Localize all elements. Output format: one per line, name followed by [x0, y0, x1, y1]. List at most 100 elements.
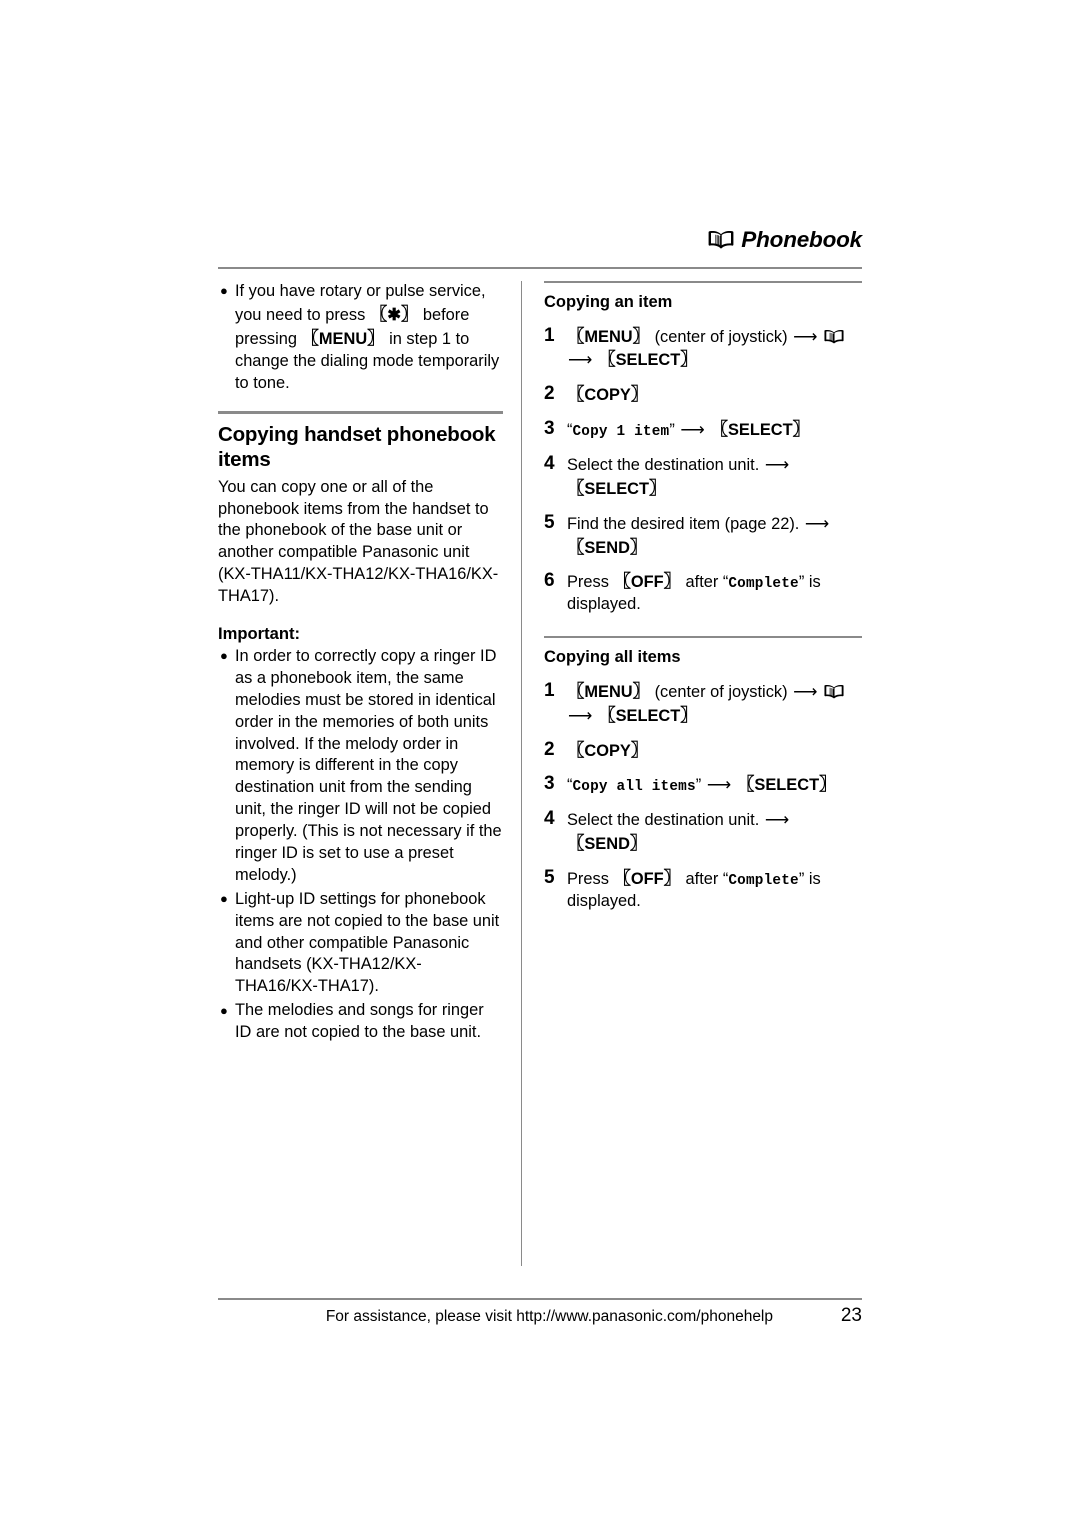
procedure-step: 2 〖COPY〗	[544, 383, 862, 407]
key-label: 〖SELECT〗	[737, 775, 837, 795]
quote-close: ”	[669, 421, 675, 440]
step-content: Select the destination unit. ⟶ 〖SELECT〗	[567, 453, 862, 501]
bracket-open-icon: 〖	[598, 705, 616, 725]
bracket-close-icon: 〗	[629, 834, 648, 854]
bullet-icon: ●	[220, 891, 228, 907]
arrow-icon: ⟶	[793, 680, 818, 701]
procedure-step: 3 “Copy all items” ⟶ 〖SELECT〗	[544, 773, 862, 797]
note-text: Light-up ID settings for phonebook items…	[235, 889, 500, 996]
step-number: 3	[544, 418, 555, 440]
bracket-close-icon: 〗	[400, 304, 419, 324]
note-text: The melodies and songs for ringer ID are…	[235, 1001, 484, 1042]
open-book-icon	[824, 684, 844, 699]
arrow-icon: ⟶	[680, 419, 706, 440]
step-number: 1	[544, 324, 555, 346]
step-number: 5	[544, 511, 555, 533]
bracket-open-icon: 〖	[737, 775, 755, 795]
key-label: 〖COPY〗	[567, 385, 649, 405]
key-label: 〖OFF〗	[613, 572, 681, 592]
bullet-icon: ●	[220, 1002, 228, 1018]
bracket-open-icon: 〖	[613, 869, 631, 888]
key-label: 〖COPY〗	[567, 740, 649, 760]
bracket-close-icon: 〗	[649, 478, 667, 498]
important-notes-list: ● In order to correctly copy a ringer ID…	[218, 646, 503, 1044]
procedure-step: 5 Press 〖OFF〗 after “Complete” is display…	[544, 867, 862, 913]
steps-list: 1 〖MENU〗 (center of joystick) ⟶ ⟶ 〖SELECT…	[544, 325, 862, 617]
display-text: “Copy 1 item”	[567, 421, 675, 441]
section-divider	[544, 281, 862, 283]
step-text: Select the destination unit.	[567, 811, 764, 830]
note-text: If you have rotary or pulse service, you…	[235, 282, 500, 392]
bracket-open-icon: 〖	[567, 681, 585, 701]
asterisk-icon: ✱	[387, 305, 401, 324]
header-divider	[218, 267, 862, 269]
procedure-step: 4 Select the destination unit. ⟶ 〖SEND〗	[544, 808, 862, 856]
key-label: 〖MENU〗	[567, 326, 651, 346]
page-header: Phonebook	[218, 228, 862, 258]
key-label: 〖SEND〗	[567, 537, 648, 557]
step-number: 3	[544, 773, 555, 795]
arrow-icon: ⟶	[793, 325, 818, 346]
bracket-close-icon: 〗	[663, 572, 681, 592]
bracket-open-icon: 〖	[567, 740, 585, 760]
section-heading: Copying handset phonebook items	[218, 423, 496, 472]
open-book-icon	[824, 329, 844, 344]
step-text: Press	[567, 870, 614, 888]
key-label: 〖✱〗	[369, 304, 419, 324]
bullet-icon: ●	[220, 283, 228, 299]
left-column: ● If you have rotary or pulse service, y…	[218, 281, 521, 1266]
display-text: “Copy all items”	[567, 776, 702, 796]
step-text: (center of joystick)	[650, 682, 793, 701]
step-text: Select the destination unit.	[567, 456, 764, 475]
procedure-step: 1 〖MENU〗 (center of joystick) ⟶ ⟶ 〖SELECT…	[544, 325, 862, 373]
bracket-open-icon: 〖	[567, 537, 585, 557]
key-label: 〖SELECT〗	[710, 420, 811, 440]
step-content: 〖COPY〗	[567, 739, 862, 763]
list-item: ● In order to correctly copy a ringer ID…	[218, 646, 503, 887]
step-content: Find the desired item (page 22). ⟶ 〖SEND…	[567, 512, 862, 560]
procedure-section: Copying an item 1 〖MENU〗 (center of joyst…	[544, 281, 862, 616]
step-text: (center of joystick)	[650, 327, 793, 346]
bracket-close-icon: 〗	[367, 328, 385, 348]
key-label: 〖SELECT〗	[567, 478, 667, 498]
important-label: Important:	[218, 623, 301, 643]
bracket-open-icon: 〖	[567, 326, 585, 346]
subsection-heading: Copying all items	[544, 648, 681, 667]
quote-close: ”	[798, 870, 805, 888]
step-content: “Copy all items” ⟶ 〖SELECT〗	[567, 773, 862, 797]
bracket-open-icon: 〖	[567, 834, 585, 854]
step-text: after	[680, 870, 723, 888]
bullet-icon: ●	[220, 648, 228, 664]
display-text: “Complete”	[722, 870, 805, 889]
bracket-open-icon: 〖	[369, 304, 388, 324]
bracket-open-icon: 〖	[613, 572, 631, 592]
step-number: 4	[544, 453, 555, 475]
arrow-icon: ⟶	[764, 809, 790, 830]
arrow-icon: ⟶	[568, 349, 593, 370]
bracket-close-icon: 〗	[632, 681, 651, 701]
bracket-close-icon: 〗	[632, 326, 651, 346]
arrow-icon: ⟶	[764, 454, 790, 475]
arrow-icon: ⟶	[706, 774, 732, 795]
key-label: 〖MENU〗	[301, 328, 385, 348]
note-text: In order to correctly copy a ringer ID a…	[235, 646, 502, 884]
procedure-step: 6 Press 〖OFF〗 after “Complete” is display…	[544, 570, 862, 616]
arrow-icon: ⟶	[804, 512, 830, 533]
step-content: Press 〖OFF〗 after “Complete” is displaye…	[567, 867, 862, 913]
procedure-step: 5 Find the desired item (page 22). ⟶ 〖SEN…	[544, 512, 862, 560]
page-number: 23	[840, 1305, 862, 1326]
bracket-open-icon: 〖	[567, 385, 585, 405]
bracket-close-icon: 〗	[630, 740, 649, 760]
key-label: 〖SELECT〗	[598, 350, 698, 370]
procedure-section: Copying all items 1 〖MENU〗 (center of joy…	[544, 636, 862, 913]
step-text: Press	[567, 573, 614, 592]
right-column: Copying an item 1 〖MENU〗 (center of joyst…	[522, 281, 862, 1266]
bracket-close-icon: 〗	[819, 775, 837, 795]
display-text: “Complete”	[722, 573, 805, 593]
step-number: 5	[544, 867, 555, 888]
bracket-close-icon: 〗	[680, 350, 698, 370]
list-item: ● Light-up ID settings for phonebook ite…	[218, 889, 503, 998]
bracket-close-icon: 〗	[663, 869, 681, 888]
step-number: 6	[544, 570, 555, 592]
step-number: 4	[544, 808, 555, 830]
